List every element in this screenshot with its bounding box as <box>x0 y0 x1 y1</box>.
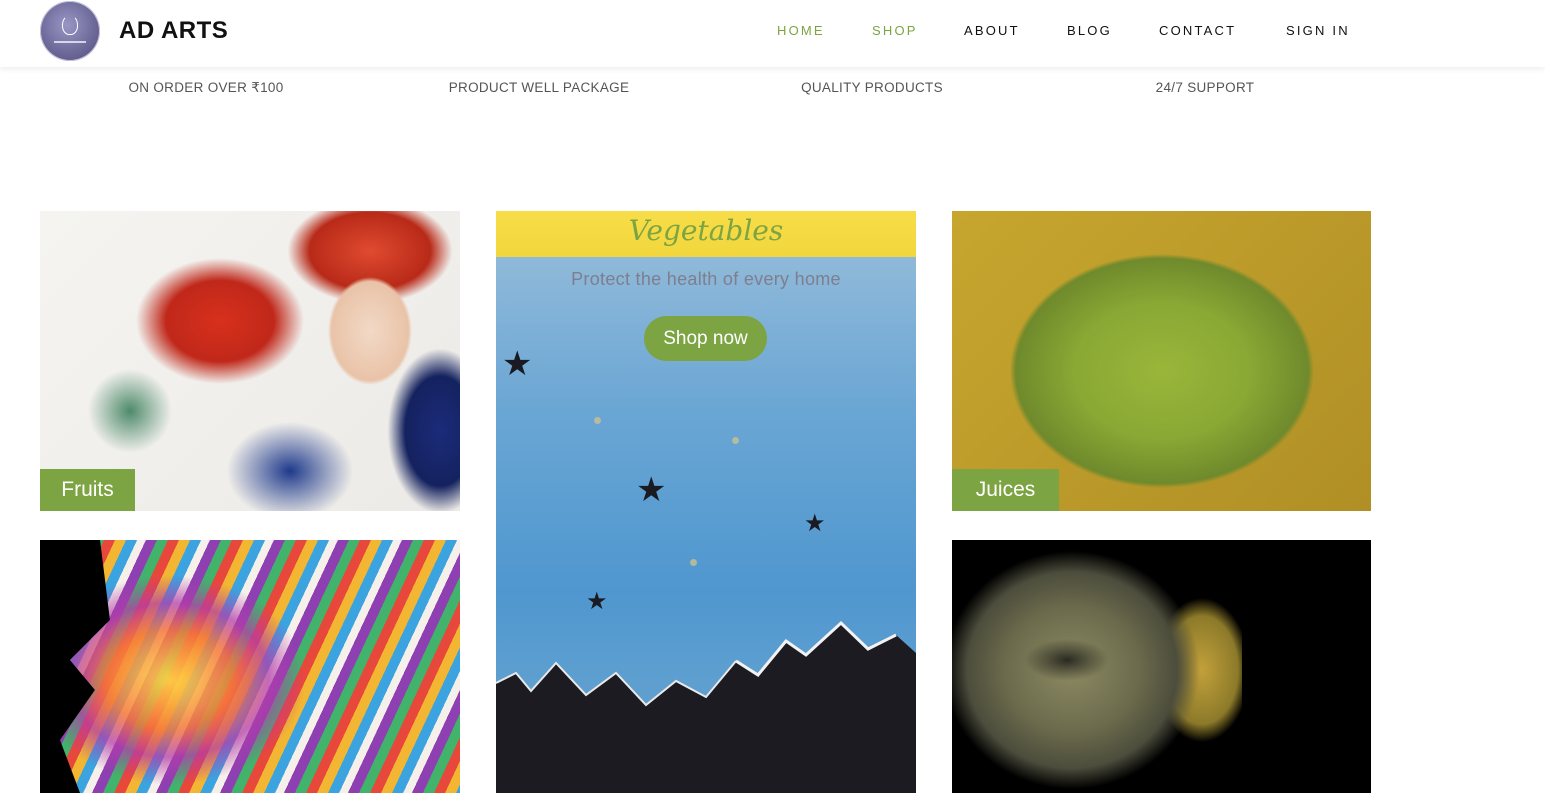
featured-title: Vegetables <box>628 214 784 247</box>
category-tile-fruits[interactable]: Fruits <box>40 211 460 511</box>
star-icon: ★ <box>586 587 608 615</box>
mountains-illustration <box>496 620 916 793</box>
star-dot <box>690 559 697 566</box>
category-tile-art-face[interactable] <box>40 540 460 793</box>
buddha-artwork <box>952 540 1242 793</box>
colorful-face-artwork <box>60 540 460 793</box>
feature-free-shipping: ON ORDER OVER ₹100 <box>128 80 284 95</box>
feature-support: 24/7 SUPPORT <box>1155 80 1255 95</box>
juices-label[interactable]: Juices <box>952 469 1059 511</box>
logo-tagline <box>54 41 86 43</box>
nav-blog[interactable]: BLOG <box>1067 23 1112 38</box>
feature-quality: QUALITY PRODUCTS <box>801 80 943 95</box>
logo[interactable] <box>40 1 100 61</box>
star-icon: ★ <box>502 344 533 384</box>
featured-tile-vegetables[interactable]: Vegetables Protect the health of every h… <box>496 211 916 793</box>
nav-sign-in[interactable]: SIGN IN <box>1286 23 1350 38</box>
site-header: AD ARTS HOME SHOP ABOUT BLOG CONTACT SIG… <box>0 0 1545 67</box>
star-icon: ★ <box>636 470 667 510</box>
fruits-label[interactable]: Fruits <box>40 469 135 511</box>
category-tile-buddha[interactable] <box>952 540 1371 793</box>
nav-about[interactable]: ABOUT <box>964 23 1020 38</box>
feature-packaging: PRODUCT WELL PACKAGE <box>448 80 630 95</box>
logo-mark-icon <box>62 15 78 35</box>
star-icon: ★ <box>804 509 826 537</box>
category-tile-juices[interactable]: Juices <box>952 211 1371 511</box>
nav-contact[interactable]: CONTACT <box>1159 23 1236 38</box>
featured-subtitle: Protect the health of every home <box>571 269 841 289</box>
nav-shop[interactable]: SHOP <box>872 23 918 38</box>
star-dot <box>732 437 739 444</box>
brand-name[interactable]: AD ARTS <box>119 17 228 45</box>
shop-now-button[interactable]: Shop now <box>644 316 767 361</box>
nav-home[interactable]: HOME <box>777 23 825 38</box>
star-dot <box>594 417 601 424</box>
